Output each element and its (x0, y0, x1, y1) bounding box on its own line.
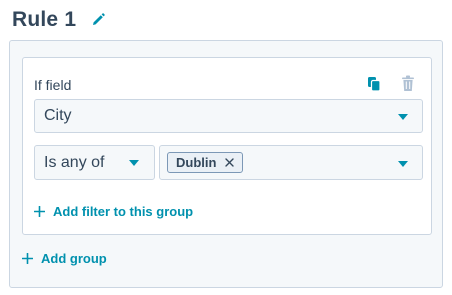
rule-header: Rule 1 (12, 6, 106, 34)
values-select[interactable]: Dublin (159, 145, 423, 180)
caret-down-icon (398, 161, 408, 167)
add-group-label: Add group (41, 251, 107, 266)
rule-panel: If field City Is any of Dublin Add filte… (9, 40, 443, 288)
if-field-label: If field (34, 77, 72, 93)
rule-title: Rule 1 (12, 8, 77, 31)
add-filter-label: Add filter to this group (53, 204, 194, 219)
operator-select-value: Is any of (44, 153, 105, 171)
trash-icon (401, 75, 415, 92)
plus-icon (34, 206, 45, 217)
operator-select[interactable]: Is any of (34, 145, 155, 180)
caret-down-icon (129, 160, 139, 166)
pencil-icon[interactable] (90, 12, 106, 28)
caret-down-icon (398, 114, 408, 120)
copy-icon[interactable] (367, 76, 381, 92)
close-icon[interactable] (225, 158, 235, 167)
value-tag: Dublin (167, 152, 244, 173)
value-tag-label: Dublin (176, 155, 217, 170)
plus-icon (22, 253, 33, 264)
field-select-value: City (44, 107, 72, 124)
add-group-button[interactable]: Add group (22, 251, 107, 266)
field-select[interactable]: City (34, 99, 423, 133)
filter-group-card: If field City Is any of Dublin Add filte… (22, 57, 432, 235)
add-filter-button[interactable]: Add filter to this group (34, 204, 193, 219)
